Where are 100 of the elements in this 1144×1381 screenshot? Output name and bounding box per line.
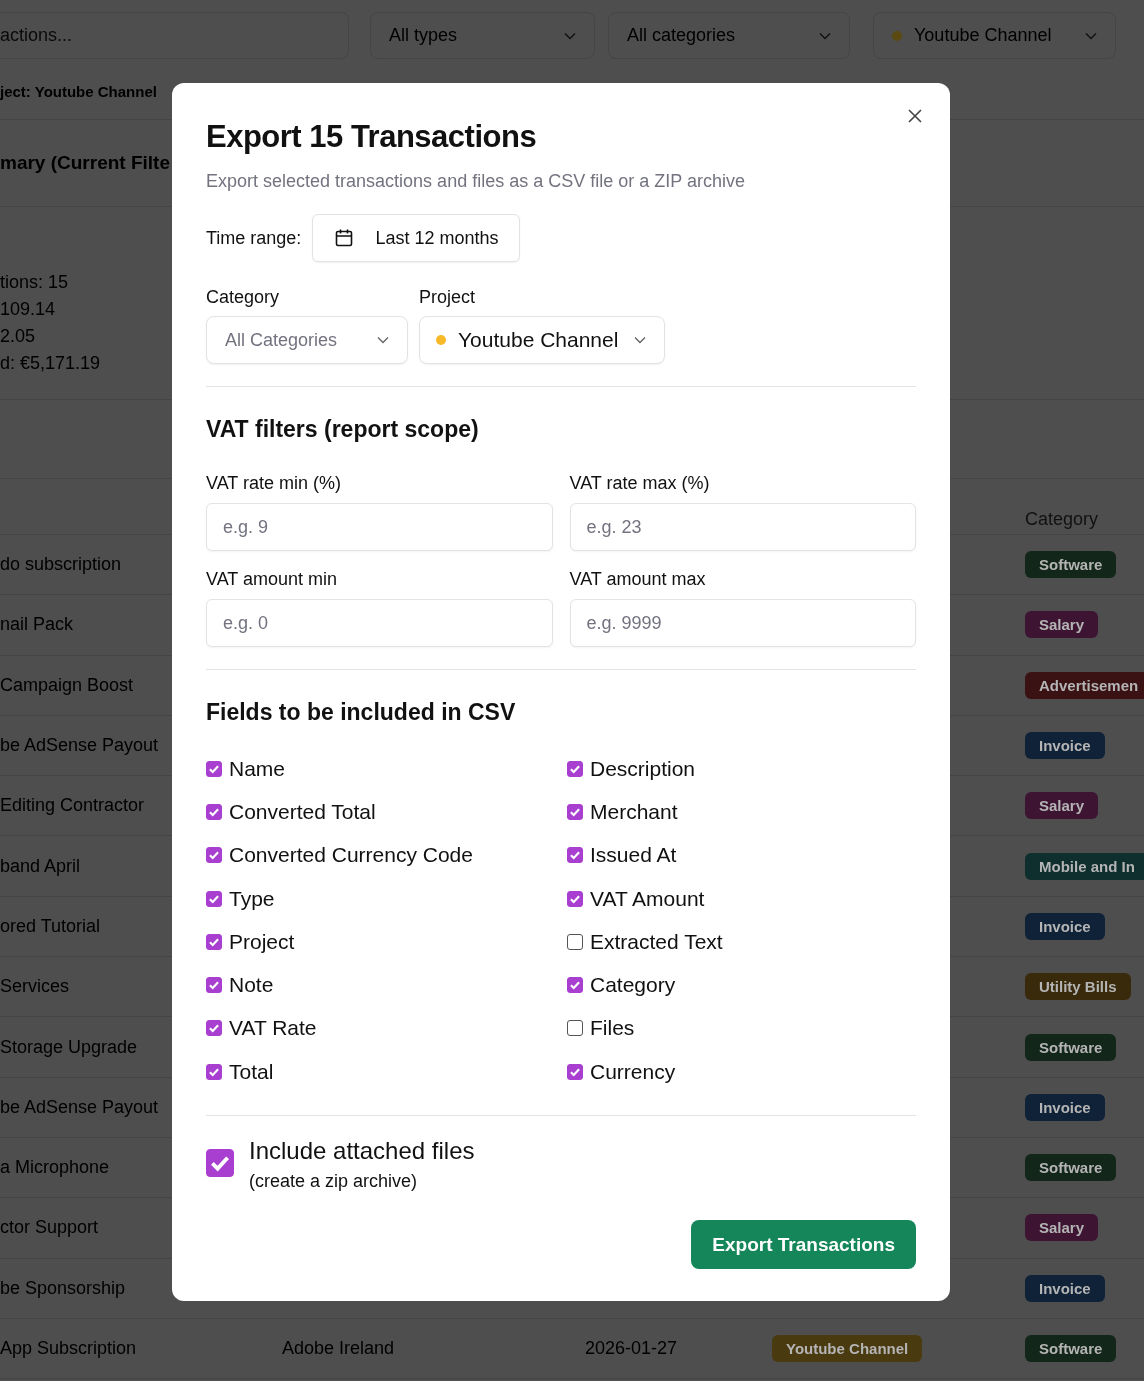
checkbox[interactable] (206, 977, 222, 994)
column-header: Category (1025, 509, 1099, 530)
checkbox-label: Merchant (590, 799, 678, 824)
category-tag: Invoice (1025, 912, 1105, 940)
table-cell: ored Tutorial (0, 915, 101, 937)
input-field[interactable]: e.g. 23 (569, 503, 916, 551)
field-label: Project (419, 287, 477, 308)
chevron-down-icon (377, 336, 389, 344)
project-select[interactable]: Youtube Channel (873, 12, 1116, 59)
category-tag: Software (1025, 551, 1117, 579)
checkbox-label: Files (590, 1016, 635, 1041)
summary-line: tions: 15 (0, 271, 69, 294)
checkbox[interactable] (206, 760, 222, 777)
checkbox[interactable] (206, 890, 222, 907)
summary-line: 109.14 (0, 298, 56, 321)
table-cell: be AdSense Payout (0, 1096, 159, 1118)
category-tag: Salary (1025, 1214, 1099, 1242)
checkbox[interactable] (567, 760, 583, 777)
field-label: Category (206, 287, 281, 308)
checkbox[interactable] (567, 1020, 583, 1037)
project-dot-icon (436, 335, 446, 345)
table-cell: do subscription (0, 554, 122, 576)
checkbox-label: Issued At (590, 843, 677, 868)
category-tag: Invoice (1025, 1093, 1105, 1121)
category-tag: Software (1025, 1335, 1117, 1362)
checkbox[interactable] (206, 1149, 234, 1178)
table-cell: Storage Upgrade (0, 1036, 138, 1058)
table-cell: nail Pack (0, 614, 74, 636)
category-tag: Salary (1025, 792, 1099, 820)
type-select[interactable]: All types (370, 12, 595, 59)
category-select[interactable]: All Categories (206, 316, 408, 364)
checkbox[interactable] (567, 847, 583, 864)
project-dot-icon (892, 30, 902, 41)
checkbox-label: Converted Total (229, 799, 376, 824)
checkbox-label: Description (590, 756, 696, 781)
checkbox-label: Category (590, 973, 676, 998)
checkbox-label: Extracted Text (590, 929, 723, 954)
category-tag: Software (1025, 1154, 1117, 1182)
table-cell: 2026-01-27 (585, 1338, 678, 1359)
field-label: VAT amount min (206, 569, 339, 590)
checkbox-label: VAT Rate (229, 1016, 317, 1041)
table-cell: a Microphone (0, 1157, 110, 1179)
category-tag: Invoice (1025, 732, 1105, 760)
checkbox-label: VAT Amount (590, 886, 705, 911)
checkbox[interactable] (567, 890, 583, 907)
summary-title: mary (Current Filte (0, 152, 170, 174)
table-cell: be Sponsorship (0, 1277, 126, 1299)
field-label: Time range: (206, 227, 302, 249)
chevron-down-icon (564, 31, 576, 40)
close-button[interactable] (906, 107, 924, 125)
checkbox-label: Name (229, 756, 286, 781)
checkbox-label: Note (229, 973, 274, 998)
table-cell: be AdSense Payout (0, 735, 159, 757)
checkbox-label: Currency (590, 1059, 676, 1084)
category-tag: Invoice (1025, 1274, 1105, 1302)
summary-line: 2.05 (0, 325, 36, 348)
export-button[interactable]: Export Transactions (691, 1220, 916, 1269)
filter-chip[interactable]: ject: Youtube Channel (0, 82, 157, 100)
section-title: VAT filters (report scope) (206, 415, 480, 443)
table-cell: Adobe Ireland (282, 1338, 395, 1359)
hint-text: (create a zip archive) (249, 1171, 419, 1193)
category-select[interactable]: All categories (608, 12, 850, 59)
checkbox[interactable] (206, 803, 222, 820)
calendar-icon (334, 228, 355, 248)
checkbox[interactable] (567, 977, 583, 994)
table-cell: ctor Support (0, 1217, 99, 1239)
chevron-down-icon (634, 336, 647, 344)
category-tag: Advertisemen (1025, 671, 1144, 699)
project-select[interactable]: Youtube Channel (419, 316, 666, 364)
table-cell: Campaign Boost (0, 674, 134, 696)
checkbox[interactable] (567, 803, 583, 820)
checkbox[interactable] (567, 933, 583, 950)
checkbox[interactable] (206, 933, 222, 950)
search-field[interactable]: actions... (0, 12, 349, 59)
table-cell: band April (0, 855, 81, 877)
checkbox[interactable] (206, 1020, 222, 1037)
field-label: VAT rate min (%) (206, 473, 343, 494)
checkbox-label: Converted Currency Code (229, 843, 473, 868)
category-tag: Utility Bills (1025, 973, 1131, 1001)
chevron-down-icon (1085, 31, 1097, 40)
chevron-down-icon (819, 31, 831, 40)
table-cell: App Subscription (0, 1338, 137, 1359)
checkbox[interactable] (567, 1063, 583, 1080)
checkbox[interactable] (206, 847, 222, 864)
summary-line: d: €5,171.19 (0, 352, 101, 375)
checkbox[interactable] (206, 1063, 222, 1080)
table-cell: Editing Contractor (0, 795, 145, 817)
time-range-button[interactable]: Last 12 months (312, 214, 521, 262)
checkbox-label: Total (229, 1059, 274, 1084)
input-field[interactable]: e.g. 9 (206, 503, 553, 551)
input-field[interactable]: e.g. 9999 (569, 599, 916, 647)
input-field[interactable]: e.g. 0 (206, 599, 553, 647)
checkbox-label: Type (229, 886, 275, 911)
section-title: Fields to be included in CSV (206, 698, 517, 726)
checkbox-label: Include attached files (249, 1137, 475, 1166)
category-tag: Mobile and In (1025, 852, 1144, 880)
checkbox-label: Project (229, 929, 295, 954)
field-label: VAT rate max (%) (569, 473, 711, 494)
category-tag: Software (1025, 1033, 1117, 1061)
field-label: VAT amount max (569, 569, 707, 590)
